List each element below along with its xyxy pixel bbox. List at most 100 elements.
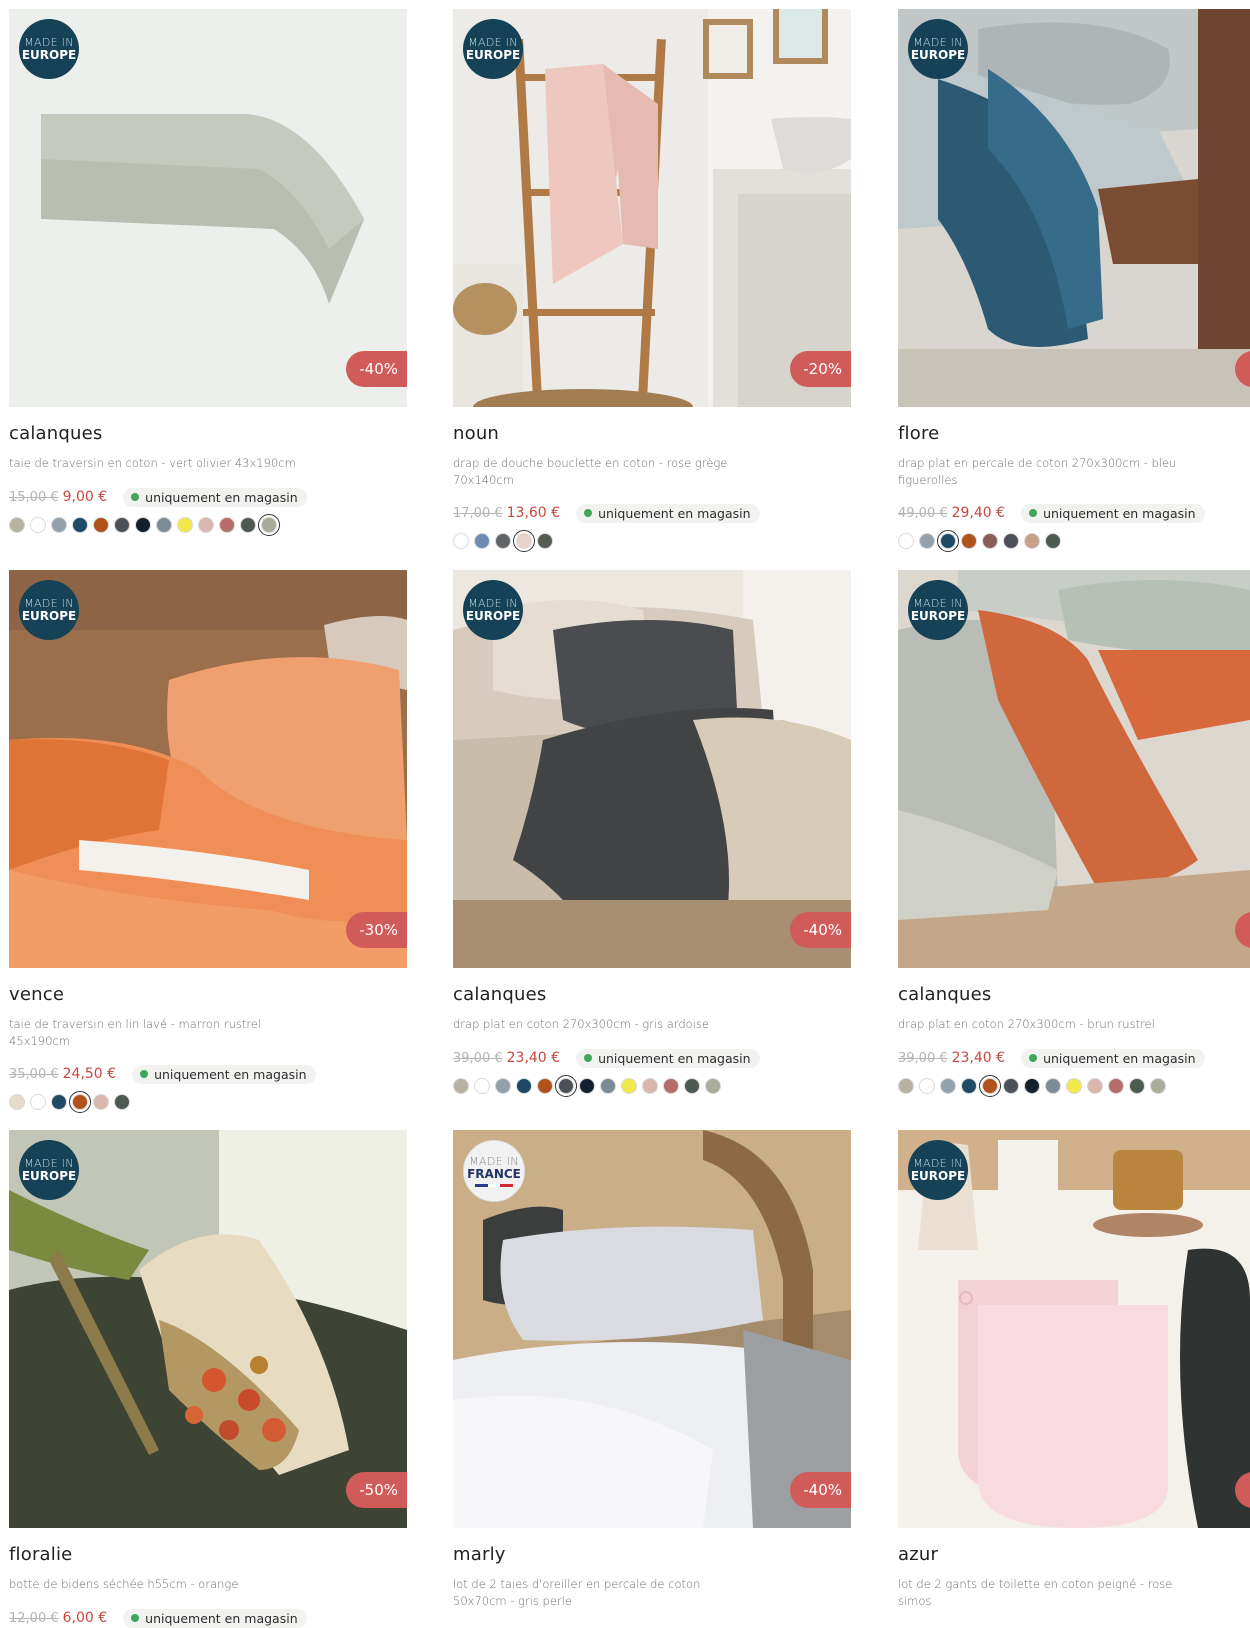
- color-swatch[interactable]: [9, 517, 25, 533]
- color-swatch[interactable]: [240, 517, 256, 533]
- product-name[interactable]: calanques: [9, 423, 102, 444]
- made-in-europe-badge: MADE IN EUROPE: [19, 1140, 79, 1200]
- product-card[interactable]: MADE IN EUROPE -50% floralie botte de bid…: [9, 1130, 407, 1628]
- color-swatch[interactable]: [114, 517, 130, 533]
- color-swatch[interactable]: [898, 1078, 914, 1094]
- color-swatch[interactable]: [1108, 1078, 1124, 1094]
- color-swatch[interactable]: [495, 533, 511, 549]
- old-price: 39,00 €: [898, 1050, 948, 1066]
- color-swatch[interactable]: [705, 1078, 721, 1094]
- color-swatch[interactable]: [919, 533, 935, 549]
- color-swatch[interactable]: [135, 517, 151, 533]
- color-swatch[interactable]: [219, 517, 235, 533]
- product-image[interactable]: MADE IN EUROPE -40%: [9, 9, 407, 407]
- product-image[interactable]: MADE IN EUROPE: [898, 1130, 1250, 1528]
- color-swatch[interactable]: [537, 1078, 553, 1094]
- color-swatch[interactable]: [474, 533, 490, 549]
- color-swatch[interactable]: [93, 1094, 109, 1110]
- color-swatch[interactable]: [621, 1078, 637, 1094]
- color-swatch[interactable]: [684, 1078, 700, 1094]
- color-swatch[interactable]: [30, 1094, 46, 1110]
- color-swatch[interactable]: [72, 517, 88, 533]
- product-name[interactable]: calanques: [898, 984, 991, 1005]
- product-description[interactable]: drap de douche bouclette en coton - rose…: [453, 455, 753, 488]
- product-image[interactable]: MADE IN EUROPE -40%: [453, 570, 851, 968]
- color-swatch[interactable]: [1129, 1078, 1145, 1094]
- color-swatch[interactable]: [30, 517, 46, 533]
- color-swatch[interactable]: [898, 533, 914, 549]
- product-card[interactable]: MADE IN EUROPE flore drap plat en percale…: [898, 9, 1250, 552]
- color-swatch[interactable]: [1003, 533, 1019, 549]
- color-swatch[interactable]: [940, 1078, 956, 1094]
- product-description[interactable]: drap plat en coton 270x300cm - gris ardo…: [453, 1016, 753, 1033]
- product-card[interactable]: MADE IN EUROPE -40% calanques taie de tra…: [9, 9, 407, 536]
- product-description[interactable]: taie de traversin en lin lavé - marron r…: [9, 1016, 309, 1049]
- color-swatch[interactable]: [156, 517, 172, 533]
- product-card[interactable]: MADE IN EUROPE -30% vence taie de travers…: [9, 570, 407, 1113]
- color-swatch[interactable]: [537, 533, 553, 549]
- color-swatch[interactable]: [1045, 533, 1061, 549]
- color-swatch[interactable]: [1045, 1078, 1061, 1094]
- sale-price: 13,60 €: [506, 505, 561, 521]
- color-swatch[interactable]: [9, 1094, 25, 1110]
- color-swatch[interactable]: [961, 533, 977, 549]
- product-image[interactable]: MADE IN EUROPE -50%: [9, 1130, 407, 1528]
- product-image[interactable]: MADE IN EUROPE -20%: [453, 9, 851, 407]
- product-description[interactable]: taie de traversin en coton - vert olivie…: [9, 455, 309, 472]
- product-image[interactable]: MADE IN EUROPE: [898, 570, 1250, 968]
- color-swatch[interactable]: [495, 1078, 511, 1094]
- product-card[interactable]: MADE IN EUROPE -20% noun drap de douche b…: [453, 9, 851, 552]
- color-swatch[interactable]: [114, 1094, 130, 1110]
- color-swatch[interactable]: [982, 533, 998, 549]
- color-swatch[interactable]: [453, 533, 469, 549]
- product-image[interactable]: MADE IN EUROPE -30%: [9, 570, 407, 968]
- product-card[interactable]: MADE IN FRANCE -40% marly lot de 2 taies …: [453, 1130, 851, 1608]
- color-swatch[interactable]: [979, 1075, 1001, 1097]
- color-swatch[interactable]: [513, 530, 535, 552]
- color-swatch[interactable]: [93, 517, 109, 533]
- product-name[interactable]: azur: [898, 1544, 938, 1565]
- product-image[interactable]: MADE IN EUROPE: [898, 9, 1250, 407]
- color-swatch[interactable]: [453, 1078, 469, 1094]
- product-description[interactable]: drap plat en percale de coton 270x300cm …: [898, 455, 1198, 488]
- color-swatch[interactable]: [474, 1078, 490, 1094]
- color-swatch[interactable]: [1024, 533, 1040, 549]
- color-swatch[interactable]: [600, 1078, 616, 1094]
- color-swatch[interactable]: [579, 1078, 595, 1094]
- product-description[interactable]: botte de bidens séchée h55cm - orange: [9, 1576, 309, 1593]
- color-swatch[interactable]: [961, 1078, 977, 1094]
- product-name[interactable]: vence: [9, 984, 64, 1005]
- color-swatch[interactable]: [1066, 1078, 1082, 1094]
- product-name[interactable]: calanques: [453, 984, 546, 1005]
- availability-dot-icon: [584, 509, 593, 517]
- color-swatch[interactable]: [177, 517, 193, 533]
- color-swatch[interactable]: [919, 1078, 935, 1094]
- color-swatch[interactable]: [555, 1075, 577, 1097]
- color-swatch[interactable]: [51, 1094, 67, 1110]
- color-swatch[interactable]: [663, 1078, 679, 1094]
- product-name[interactable]: flore: [898, 423, 939, 444]
- color-swatch[interactable]: [516, 1078, 532, 1094]
- made-in-europe-badge: MADE IN EUROPE: [463, 19, 523, 79]
- color-swatch[interactable]: [1087, 1078, 1103, 1094]
- color-swatch[interactable]: [1003, 1078, 1019, 1094]
- color-swatch[interactable]: [258, 514, 280, 536]
- color-swatch[interactable]: [69, 1091, 91, 1113]
- product-description[interactable]: lot de 2 taies d'oreiller en percale de …: [453, 1576, 753, 1609]
- color-swatch[interactable]: [1150, 1078, 1166, 1094]
- color-swatch[interactable]: [1024, 1078, 1040, 1094]
- product-name[interactable]: noun: [453, 423, 499, 444]
- product-image[interactable]: MADE IN FRANCE -40%: [453, 1130, 851, 1528]
- product-card[interactable]: MADE IN EUROPE calanques drap plat en cot…: [898, 570, 1250, 1097]
- color-swatch[interactable]: [937, 530, 959, 552]
- product-description[interactable]: lot de 2 gants de toilette en coton peig…: [898, 1576, 1198, 1609]
- made-in-europe-badge: MADE IN EUROPE: [19, 19, 79, 79]
- color-swatch[interactable]: [51, 517, 67, 533]
- product-name[interactable]: floralie: [9, 1544, 72, 1565]
- product-card[interactable]: MADE IN EUROPE -40% calanques drap plat e…: [453, 570, 851, 1097]
- product-description[interactable]: drap plat en coton 270x300cm - brun rust…: [898, 1016, 1198, 1033]
- color-swatch[interactable]: [642, 1078, 658, 1094]
- product-name[interactable]: marly: [453, 1544, 506, 1565]
- product-card[interactable]: MADE IN EUROPE azur lot de 2 gants de toi…: [898, 1130, 1250, 1608]
- color-swatch[interactable]: [198, 517, 214, 533]
